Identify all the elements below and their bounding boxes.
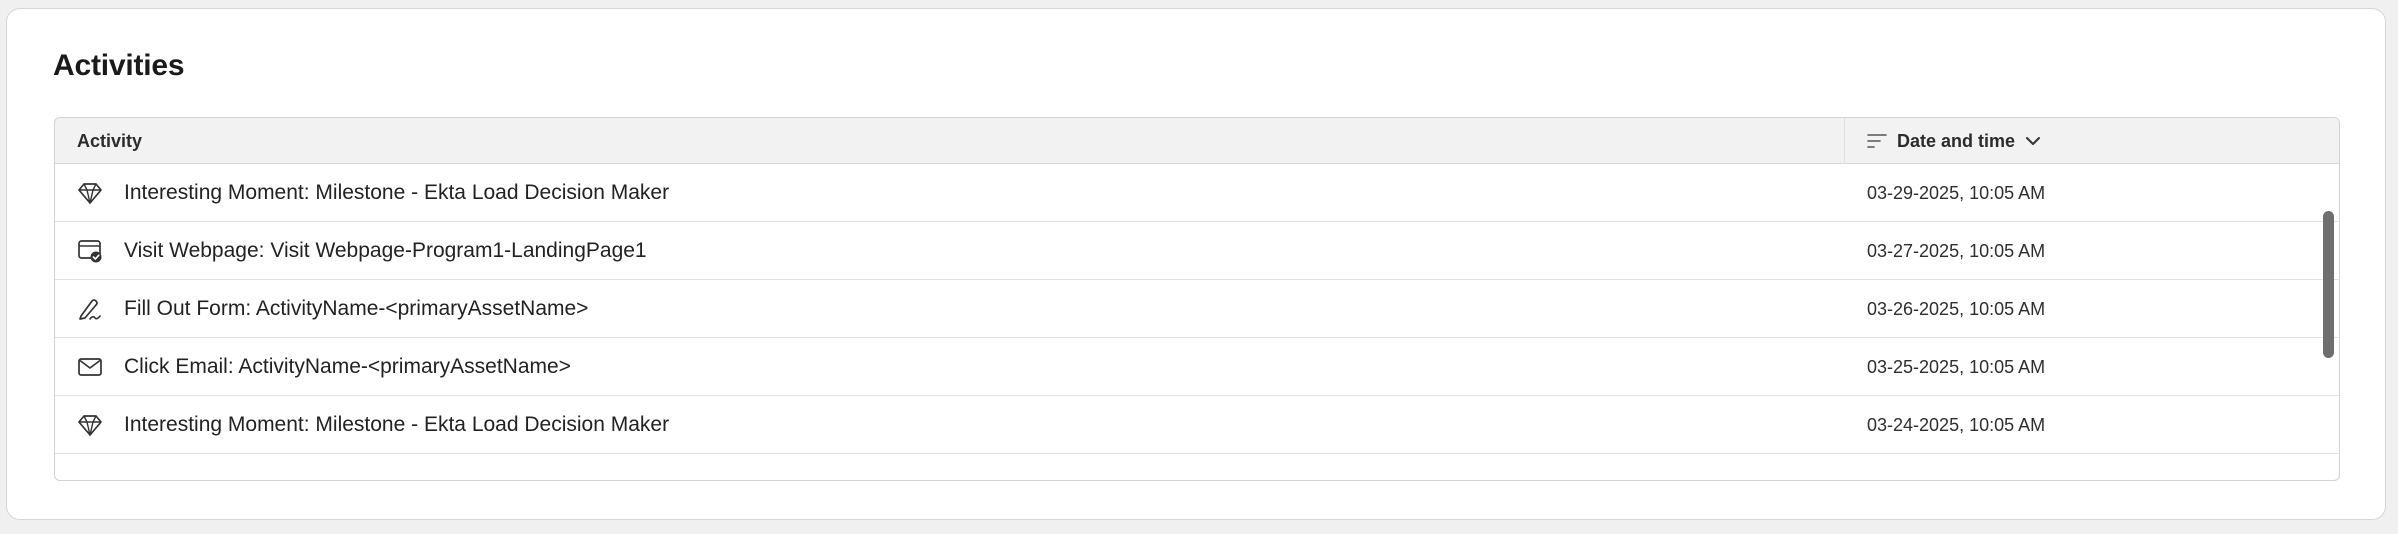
activity-name: Interesting Moment: Milestone - Ekta Loa… <box>124 181 670 204</box>
table-row[interactable]: Click Email: ActivityName-<primaryAssetN… <box>55 338 2339 396</box>
activities-panel: Activities Activity Date and time Intere… <box>6 8 2386 520</box>
column-header-date-label: Date and time <box>1897 130 2016 151</box>
activity-name: Click Email: ActivityName-<primaryAssetN… <box>124 355 571 378</box>
chevron-down-icon[interactable] <box>2025 136 2041 146</box>
form-icon <box>77 296 103 322</box>
activity-date: 03-29-2025, 10:05 AM <box>1867 183 2046 203</box>
table-scrollbar[interactable] <box>2323 211 2334 358</box>
table-row[interactable]: Interesting Moment: Milestone - Ekta Loa… <box>55 164 2339 222</box>
activity-date: 03-27-2025, 10:05 AM <box>1867 241 2046 261</box>
column-divider <box>1844 118 1845 164</box>
panel-title: Activities <box>53 49 185 82</box>
sort-icon <box>1867 133 1887 149</box>
table-row[interactable]: Interesting Moment: Milestone - Ekta Loa… <box>55 396 2339 454</box>
diamond-icon <box>77 412 103 438</box>
table-row[interactable]: Visit Webpage: Visit Webpage-Program1-La… <box>55 222 2339 280</box>
table-header: Activity Date and time <box>55 118 2339 164</box>
table-row[interactable] <box>55 454 2339 480</box>
activity-name: Visit Webpage: Visit Webpage-Program1-La… <box>124 239 647 262</box>
table-body: Interesting Moment: Milestone - Ekta Loa… <box>55 164 2339 480</box>
activity-date: 03-24-2025, 10:05 AM <box>1867 415 2046 435</box>
activity-date: 03-26-2025, 10:05 AM <box>1867 299 2046 319</box>
activities-table: Activity Date and time Interesting Momen… <box>54 117 2340 481</box>
activity-name: Interesting Moment: Milestone - Ekta Loa… <box>124 413 670 436</box>
diamond-icon <box>77 180 103 206</box>
table-row[interactable]: Fill Out Form: ActivityName-<primaryAsse… <box>55 280 2339 338</box>
activity-date: 03-25-2025, 10:05 AM <box>1867 357 2046 377</box>
webpage-icon <box>77 238 103 264</box>
column-header-date-and-time[interactable]: Date and time <box>1867 118 2041 164</box>
email-icon <box>77 354 103 380</box>
column-header-activity: Activity <box>77 131 143 151</box>
activity-name: Fill Out Form: ActivityName-<primaryAsse… <box>124 297 589 320</box>
